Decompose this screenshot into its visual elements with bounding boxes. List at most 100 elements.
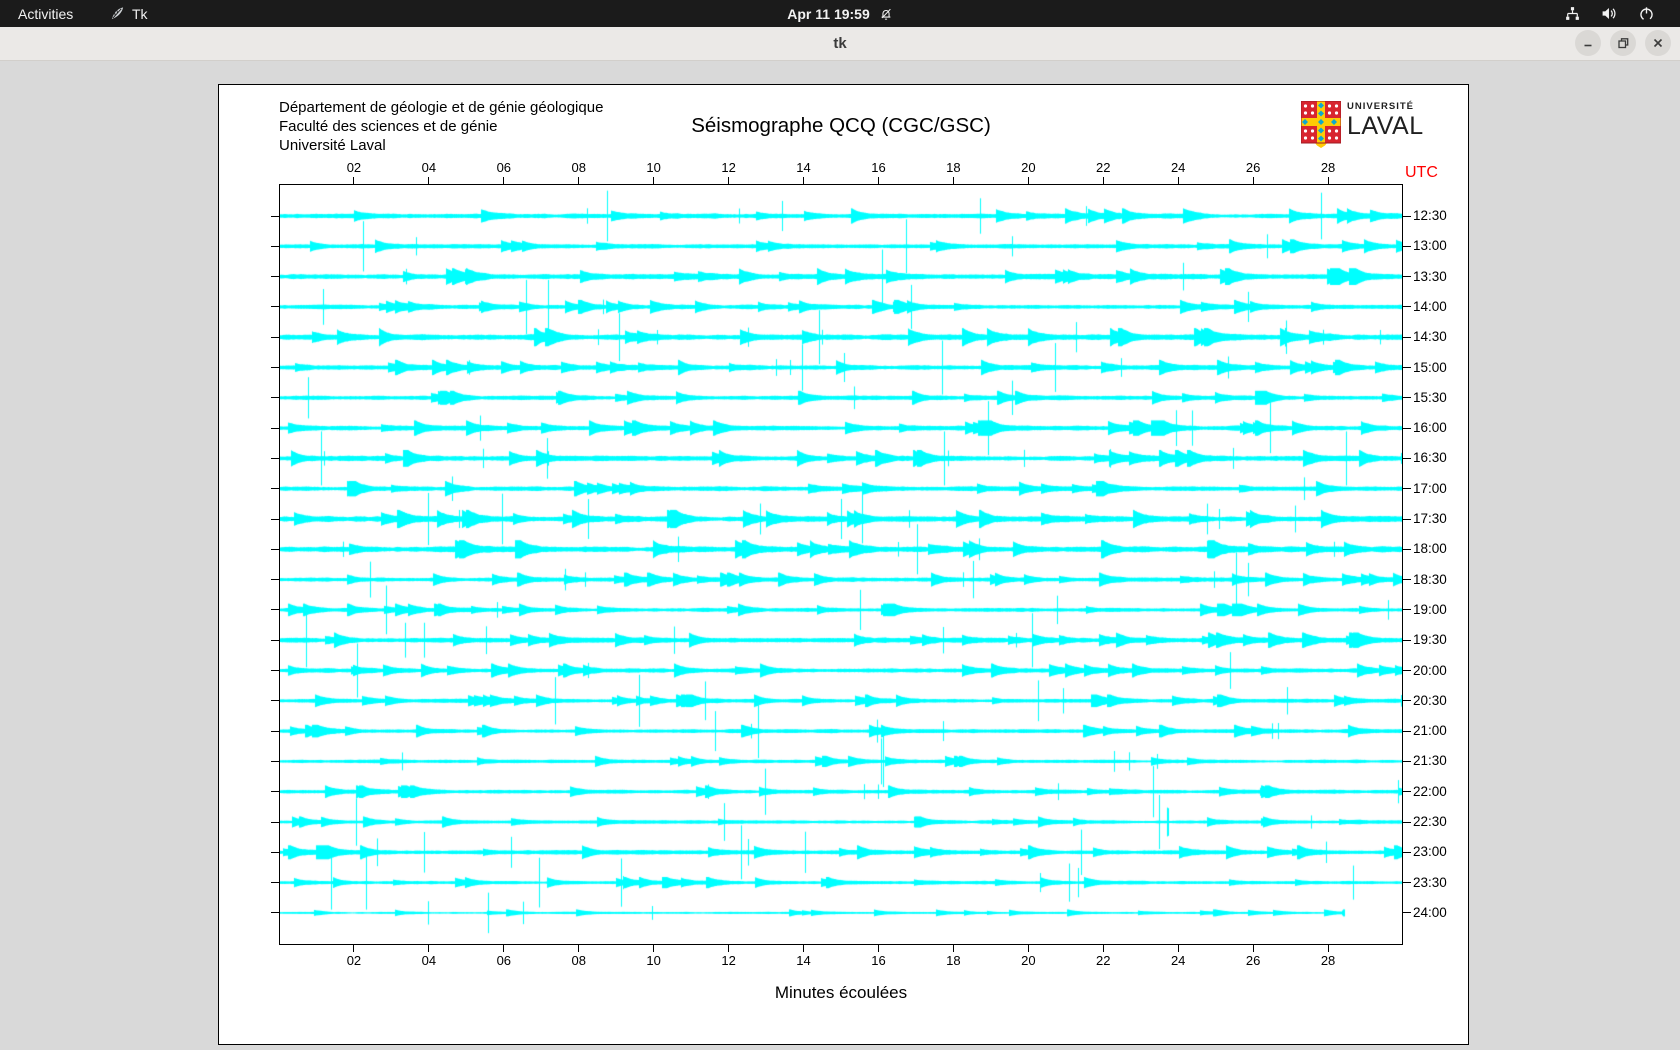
- x-axis-tick-label: 06: [496, 160, 512, 175]
- trace-row-time-label: 23:00: [1413, 844, 1447, 860]
- trace-row-time-label: 20:00: [1413, 662, 1447, 678]
- trace-row-time-label: 13:30: [1413, 268, 1447, 284]
- x-axis-tick-label: 28: [1320, 160, 1336, 175]
- tk-window-content: Département de géologie et de génie géol…: [0, 61, 1680, 1050]
- close-icon: [1653, 38, 1663, 48]
- restore-button[interactable]: [1610, 30, 1636, 56]
- trace-row-tick: [271, 579, 279, 581]
- trace-row-tick: [271, 518, 279, 520]
- seismogram-traces-canvas: [280, 185, 1402, 944]
- x-axis-tick: [1327, 945, 1329, 952]
- trace-row-tick: [1403, 457, 1411, 459]
- x-axis-tick-label: 10: [646, 953, 661, 968]
- trace-row-tick: [271, 336, 279, 338]
- trace-row-time-label: 15:30: [1413, 389, 1447, 405]
- trace-row-tick: [271, 215, 279, 217]
- trace-row-tick: [271, 670, 279, 671]
- x-axis-tick-label: 12: [721, 953, 736, 968]
- clock-button[interactable]: Apr 11 19:59: [0, 0, 1680, 27]
- x-axis-tick-label: 18: [946, 953, 961, 968]
- x-axis-tick: [803, 177, 805, 184]
- x-axis-tick: [503, 945, 505, 952]
- laval-logo: UNIVERSITÉ LAVAL: [1301, 101, 1424, 148]
- x-axis-tick: [1252, 177, 1254, 184]
- x-axis-tick: [1102, 177, 1104, 184]
- trace-row-time-label: 18:30: [1413, 571, 1447, 587]
- trace-row-tick: [271, 791, 279, 793]
- x-axis-tick: [1327, 177, 1329, 184]
- x-axis-tick-label: 20: [1021, 160, 1036, 175]
- plot-area: [279, 184, 1403, 945]
- trace-row-tick: [1403, 609, 1411, 611]
- trace-row-tick: [1403, 882, 1411, 884]
- trace-row-tick: [271, 639, 279, 641]
- close-button[interactable]: [1645, 30, 1671, 56]
- x-axis-tick-label: 14: [796, 953, 811, 968]
- trace-row-tick: [271, 457, 279, 459]
- figure-title: Séismographe QCQ (CGC/GSC): [691, 114, 991, 137]
- x-axis-tick: [1027, 177, 1029, 184]
- clock-label: Apr 11 19:59: [787, 5, 870, 22]
- trace-row-tick: [271, 912, 279, 914]
- x-axis-tick: [1102, 945, 1104, 952]
- x-axis-tick: [952, 945, 954, 952]
- notifications-muted-icon: [881, 8, 891, 20]
- trace-row-tick: [1403, 397, 1411, 399]
- trace-row-time-label: 17:00: [1413, 480, 1447, 496]
- utc-label: UTC: [1405, 164, 1438, 181]
- window-titlebar[interactable]: tk: [0, 27, 1680, 61]
- restore-icon: [1618, 38, 1629, 49]
- trace-row-tick: [271, 397, 279, 399]
- x-axis-tick: [503, 177, 505, 184]
- header-line-3: Université Laval: [279, 137, 386, 154]
- trace-row-time-label: 16:30: [1413, 450, 1447, 466]
- trace-row-time-label: 15:00: [1413, 359, 1447, 375]
- x-axis-tick-label: 08: [571, 160, 586, 175]
- trace-row-time-label: 16:00: [1413, 420, 1447, 436]
- trace-row-tick: [271, 882, 279, 884]
- power-icon: [1640, 7, 1653, 21]
- minimize-button[interactable]: [1575, 30, 1601, 56]
- trace-row-tick: [1403, 276, 1411, 278]
- trace-row-time-label: 22:30: [1413, 814, 1447, 829]
- trace-row-tick: [1403, 336, 1411, 338]
- system-status-menu[interactable]: [1547, 0, 1672, 27]
- x-axis-tick-label: 24: [1170, 953, 1186, 968]
- trace-row-tick: [1403, 670, 1411, 671]
- trace-row-tick: [271, 851, 279, 853]
- x-axis-tick-label: 02: [346, 160, 362, 175]
- x-axis-tick-label: 04: [421, 953, 437, 968]
- trace-row-tick: [271, 276, 279, 278]
- x-axis-tick-label: 06: [496, 953, 512, 968]
- x-axis-tick: [803, 945, 805, 952]
- trace-row-time-label: 20:30: [1413, 692, 1447, 708]
- trace-row-time-label: 21:30: [1413, 753, 1447, 769]
- x-axis-tick: [428, 945, 430, 952]
- trace-row-time-label: 23:30: [1413, 874, 1447, 890]
- laval-shield-icon: [1301, 101, 1341, 148]
- trace-row-time-label: 14:30: [1413, 329, 1447, 345]
- trace-row-time-label: 19:00: [1413, 601, 1447, 617]
- x-axis-tick-label: 10: [646, 160, 661, 175]
- trace-row-tick: [1403, 427, 1411, 429]
- x-axis-tick: [877, 945, 879, 952]
- minimize-icon: [1584, 44, 1592, 47]
- trace-row-tick: [1403, 306, 1411, 308]
- trace-row-tick: [271, 700, 279, 702]
- trace-row-tick: [1403, 760, 1411, 762]
- trace-row-time-label: 19:30: [1413, 632, 1447, 648]
- x-axis-tick-label: 08: [571, 953, 586, 968]
- x-axis-tick-label: 02: [346, 953, 362, 968]
- x-axis-tick: [877, 177, 879, 184]
- x-axis-tick: [653, 177, 655, 184]
- trace-row-tick: [1403, 791, 1411, 793]
- x-axis-tick-label: 14: [796, 160, 811, 175]
- trace-row-tick: [1403, 488, 1411, 490]
- laval-logo-universite: UNIVERSITÉ: [1347, 101, 1415, 112]
- trace-row-tick: [271, 427, 279, 429]
- x-axis-tick: [728, 945, 730, 952]
- trace-row-tick: [1403, 367, 1411, 368]
- network-wired-icon: [1566, 7, 1579, 20]
- x-axis-tick-label: 20: [1021, 953, 1036, 968]
- trace-row-tick: [1403, 821, 1411, 823]
